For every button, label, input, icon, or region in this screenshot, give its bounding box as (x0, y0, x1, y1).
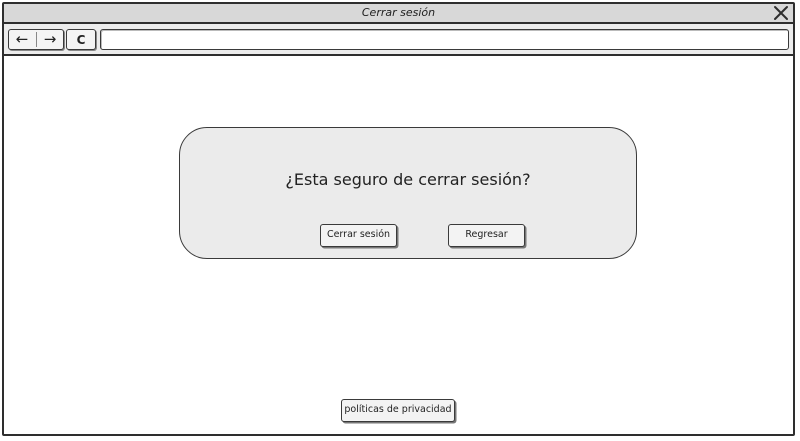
privacy-policy-button[interactable]: políticas de privacidad (341, 399, 455, 422)
logout-dialog: ¿Esta seguro de cerrar sesión? Cerrar se… (179, 127, 637, 259)
arrow-right-icon[interactable]: → (37, 30, 63, 48)
reload-button[interactable]: C (66, 29, 96, 50)
back-button[interactable]: Regresar (448, 224, 525, 247)
back-forward-buttons: ← → (8, 29, 64, 50)
reload-icon: C (76, 33, 86, 47)
title-bar: Cerrar sesión (4, 4, 793, 24)
logout-button[interactable]: Cerrar sesión (320, 224, 397, 247)
window-title: Cerrar sesión (361, 6, 436, 19)
dialog-question: ¿Esta seguro de cerrar sesión? (285, 170, 531, 189)
browser-window: Cerrar sesión ← → C ¿Esta seguro de cerr… (2, 2, 795, 436)
address-bar[interactable] (100, 29, 789, 51)
close-icon[interactable] (773, 5, 789, 21)
address-input[interactable] (101, 32, 788, 51)
arrow-left-icon[interactable]: ← (9, 30, 35, 48)
browser-toolbar: ← → C (4, 24, 793, 56)
